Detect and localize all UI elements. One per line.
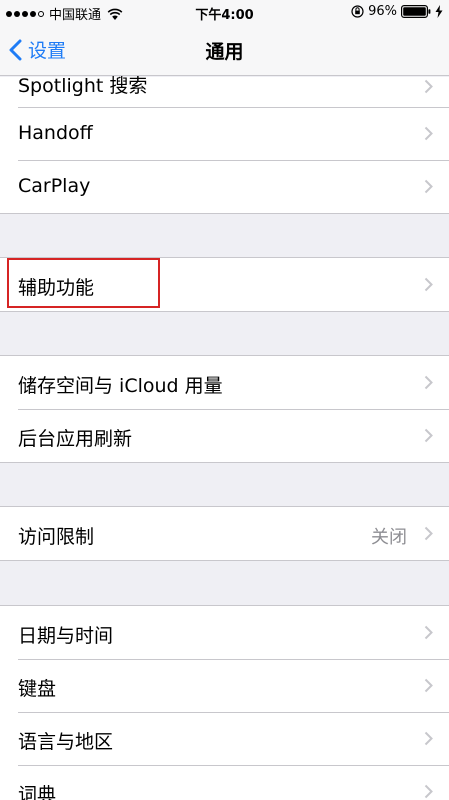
row-dictionary[interactable]: 词典 (0, 765, 449, 800)
chevron-right-icon (424, 277, 433, 292)
highlight-annotation (7, 258, 160, 308)
chevron-right-icon (424, 784, 433, 799)
back-button[interactable]: 设置 (8, 36, 66, 63)
row-label: 词典 (18, 784, 57, 800)
chevron-right-icon (424, 428, 433, 443)
row-label: 后台应用刷新 (18, 428, 133, 450)
row-label: 键盘 (18, 678, 57, 700)
row-label: 访问限制 (18, 526, 95, 548)
chevron-right-icon (424, 375, 433, 390)
page-title: 通用 (205, 41, 244, 63)
chevron-right-icon (424, 731, 433, 746)
back-label: 设置 (28, 40, 67, 62)
row-date-time[interactable]: 日期与时间 (0, 606, 449, 659)
wifi-icon (107, 8, 123, 20)
settings-group-continuity: Spotlight 搜索 Handoff CarPlay (0, 75, 449, 214)
row-language-region[interactable]: 语言与地区 (0, 712, 449, 765)
row-handoff[interactable]: Handoff (0, 107, 449, 160)
status-bar: 中国联通 下午4:00 96% (0, 0, 449, 24)
row-label: CarPlay (18, 175, 91, 197)
row-label: Handoff (18, 122, 93, 144)
row-label: 语言与地区 (18, 731, 114, 753)
row-value: 关闭 (371, 527, 407, 548)
settings-list: Spotlight 搜索 Handoff CarPlay 辅助功能 储存空间与 … (0, 75, 449, 800)
battery-percent: 96% (368, 4, 397, 19)
back-chevron-icon (9, 39, 22, 60)
carrier-name: 中国联通 (49, 8, 102, 23)
row-carplay[interactable]: CarPlay (0, 160, 449, 213)
charging-bolt-icon (435, 5, 443, 18)
row-label: 日期与时间 (18, 625, 114, 647)
chevron-right-icon (424, 625, 433, 640)
row-spotlight[interactable]: Spotlight 搜索 (0, 75, 449, 107)
row-restrictions[interactable]: 访问限制 关闭 (0, 507, 449, 560)
chevron-right-icon (424, 678, 433, 693)
row-keyboard[interactable]: 键盘 (0, 659, 449, 712)
row-background-refresh[interactable]: 后台应用刷新 (0, 409, 449, 462)
status-left: 中国联通 (6, 4, 123, 23)
settings-group-datetime: 日期与时间 键盘 语言与地区 词典 (0, 605, 449, 800)
rotation-lock-icon (351, 5, 364, 18)
row-label: Spotlight 搜索 (18, 75, 148, 97)
battery-icon (401, 5, 431, 18)
chevron-right-icon (424, 179, 433, 194)
row-storage-icloud[interactable]: 储存空间与 iCloud 用量 (0, 356, 449, 409)
navigation-bar: 设置 通用 (0, 24, 449, 76)
chevron-right-icon (424, 526, 433, 541)
settings-group-storage: 储存空间与 iCloud 用量 后台应用刷新 (0, 355, 449, 463)
signal-strength-icon (6, 10, 44, 17)
settings-group-restrictions: 访问限制 关闭 (0, 506, 449, 561)
status-right: 96% (351, 4, 443, 19)
chevron-right-icon (424, 126, 433, 141)
chevron-right-icon (424, 79, 433, 94)
row-label: 储存空间与 iCloud 用量 (18, 375, 223, 397)
